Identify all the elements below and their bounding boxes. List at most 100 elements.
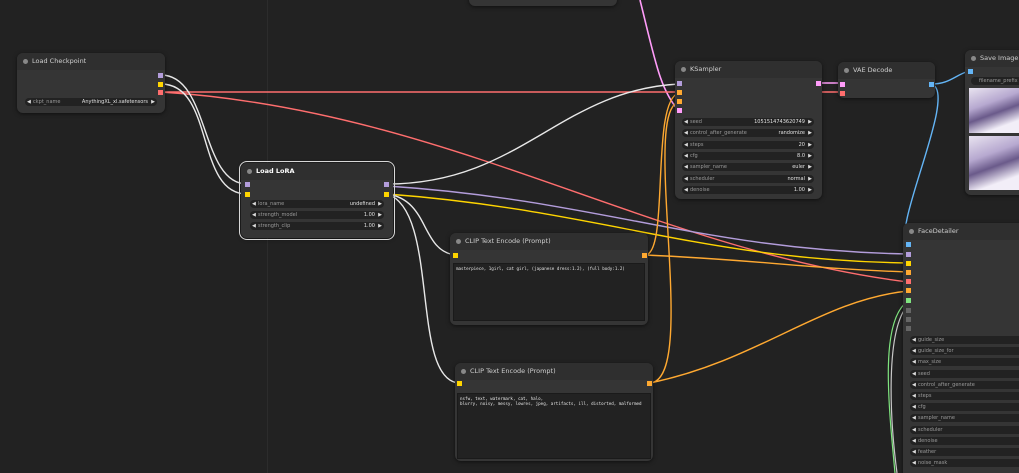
arrow-left-icon[interactable]: ◀ xyxy=(912,392,916,400)
strength-clip-widget[interactable]: ◀ strength_clip 1.00 ▶ xyxy=(250,222,384,230)
output-model-slot[interactable] xyxy=(384,182,389,187)
input-sam-slot[interactable] xyxy=(906,308,911,313)
collapse-dot[interactable] xyxy=(844,68,849,73)
input-latent-slot[interactable] xyxy=(677,108,682,113)
input-detailer-hook-slot[interactable] xyxy=(906,326,911,331)
face-detailer-widget-feather[interactable]: ◀ feather xyxy=(910,448,1019,456)
ksampler-widget-sampler-name[interactable]: ◀ sampler_name euler ▶ xyxy=(682,163,814,172)
input-clip-slot[interactable] xyxy=(906,261,911,266)
face-detailer-widget-denoise[interactable]: ◀ denoise xyxy=(910,436,1019,445)
input-vae-slot[interactable] xyxy=(840,91,845,96)
arrow-left-icon[interactable]: ◀ xyxy=(912,459,916,467)
partial-node-top[interactable] xyxy=(469,0,617,6)
arrow-left-icon[interactable]: ◀ xyxy=(912,414,916,422)
vae-decode-node[interactable]: VAE Decode xyxy=(838,62,935,98)
face-detailer-widget-scheduler[interactable]: ◀ scheduler xyxy=(910,425,1019,434)
arrow-right-icon[interactable]: ▶ xyxy=(808,118,812,126)
face-detailer-widget-control-after-generate[interactable]: ◀ control_after_generate xyxy=(910,380,1019,389)
ckpt-name-widget[interactable]: ◀ ckpt_name AnythingXL_xl.safetensors ▶ xyxy=(25,98,157,106)
input-image-slot[interactable] xyxy=(906,242,911,247)
input-clip-slot[interactable] xyxy=(453,253,458,258)
output-image-thumbnail-2[interactable] xyxy=(969,136,1019,190)
arrow-left-icon[interactable]: ◀ xyxy=(684,118,688,126)
graph-canvas[interactable]: Load Checkpoint ◀ ckpt_name AnythingXL_x… xyxy=(0,0,1019,473)
face-detailer-widget-max-size[interactable]: ◀ max_size xyxy=(910,358,1019,367)
load-lora-node[interactable]: Load LoRA ◀ lora_name undefined ▶ ◀ stre… xyxy=(239,161,395,240)
output-image-slot[interactable] xyxy=(929,82,934,87)
input-bbox-detector-slot[interactable] xyxy=(906,298,911,303)
arrow-right-icon[interactable]: ▶ xyxy=(808,163,812,171)
ksampler-node[interactable]: KSampler ◀ seed 1051514743620749 ▶ ◀ control_… xyxy=(675,61,822,199)
arrow-left-icon[interactable]: ◀ xyxy=(912,426,916,434)
input-negative-slot[interactable] xyxy=(906,288,911,293)
arrow-left-icon[interactable]: ◀ xyxy=(912,347,916,355)
arrow-left-icon[interactable]: ◀ xyxy=(684,141,688,149)
input-model-slot[interactable] xyxy=(906,252,911,257)
face-detailer-widget-sampler-name[interactable]: ◀ sampler_name xyxy=(910,414,1019,423)
arrow-left-icon[interactable]: ◀ xyxy=(684,186,688,194)
collapse-dot[interactable] xyxy=(461,369,466,374)
output-conditioning-slot[interactable] xyxy=(642,253,647,258)
input-segm-slot[interactable] xyxy=(906,317,911,322)
face-detailer-widget-cfg[interactable]: ◀ cfg xyxy=(910,403,1019,412)
input-clip-slot[interactable] xyxy=(245,192,250,197)
face-detailer-widget-seed[interactable]: ◀ seed xyxy=(910,369,1019,378)
arrow-left-icon[interactable]: ◀ xyxy=(912,448,916,456)
prompt-textarea[interactable]: nsfw, text, watermark, cat, halo, blurry… xyxy=(457,393,651,459)
input-model-slot[interactable] xyxy=(245,182,250,187)
arrow-left-icon[interactable]: ◀ xyxy=(252,200,256,208)
arrow-right-icon[interactable]: ▶ xyxy=(808,152,812,160)
arrow-left-icon[interactable]: ◀ xyxy=(684,175,688,183)
output-vae-slot[interactable] xyxy=(158,90,163,95)
node-title[interactable]: Load LoRA xyxy=(241,163,393,180)
filename-prefix-widget[interactable]: filename_prefix xyxy=(971,77,1019,85)
output-image-thumbnail-1[interactable] xyxy=(969,88,1019,133)
ksampler-widget-scheduler[interactable]: ◀ scheduler normal ▶ xyxy=(682,174,814,183)
arrow-left-icon[interactable]: ◀ xyxy=(912,437,916,445)
arrow-right-icon[interactable]: ▶ xyxy=(151,98,155,106)
face-detailer-widget-guide-size[interactable]: ◀ guide_size xyxy=(910,336,1019,344)
face-detailer-widget-noise-mask[interactable]: ◀ noise_mask xyxy=(910,459,1019,468)
face-detailer-node[interactable]: FaceDetailer ◀ guide_size ◀ guide_size_for ◀… xyxy=(903,223,1019,473)
arrow-left-icon[interactable]: ◀ xyxy=(684,152,688,160)
arrow-left-icon[interactable]: ◀ xyxy=(684,129,688,137)
collapse-dot[interactable] xyxy=(909,229,914,234)
arrow-left-icon[interactable]: ◀ xyxy=(912,336,916,344)
input-model-slot[interactable] xyxy=(677,81,682,86)
arrow-left-icon[interactable]: ◀ xyxy=(912,370,916,378)
arrow-left-icon[interactable]: ◀ xyxy=(252,222,256,230)
output-latent-slot[interactable] xyxy=(816,81,821,86)
output-conditioning-slot[interactable] xyxy=(647,381,652,386)
arrow-left-icon[interactable]: ◀ xyxy=(912,381,916,389)
input-negative-slot[interactable] xyxy=(677,99,682,104)
node-title[interactable]: VAE Decode xyxy=(838,62,935,79)
input-images-slot[interactable] xyxy=(968,69,973,74)
arrow-right-icon[interactable]: ▶ xyxy=(808,129,812,137)
input-positive-slot[interactable] xyxy=(677,90,682,95)
load-checkpoint-node[interactable]: Load Checkpoint ◀ ckpt_name AnythingXL_x… xyxy=(17,53,165,113)
arrow-right-icon[interactable]: ▶ xyxy=(378,211,382,219)
arrow-right-icon[interactable]: ▶ xyxy=(808,186,812,194)
output-clip-slot[interactable] xyxy=(158,82,163,87)
collapse-dot[interactable] xyxy=(681,67,686,72)
output-clip-slot[interactable] xyxy=(384,192,389,197)
save-image-node[interactable]: Save Image filename_prefix xyxy=(965,50,1019,195)
ksampler-widget-cfg[interactable]: ◀ cfg 8.0 ▶ xyxy=(682,151,814,160)
collapse-dot[interactable] xyxy=(23,59,28,64)
face-detailer-widget-guide-size-for[interactable]: ◀ guide_size_for xyxy=(910,347,1019,356)
output-model-slot[interactable] xyxy=(158,73,163,78)
node-title[interactable]: CLIP Text Encode (Prompt) xyxy=(450,233,648,250)
prompt-textarea[interactable]: masterpiece, 1girl, cat girl, (japanese … xyxy=(453,263,645,321)
arrow-left-icon[interactable]: ◀ xyxy=(27,98,31,106)
arrow-right-icon[interactable]: ▶ xyxy=(808,175,812,183)
input-samples-slot[interactable] xyxy=(840,82,845,87)
strength-model-widget[interactable]: ◀ strength_model 1.00 ▶ xyxy=(250,211,384,219)
clip-text-encode-negative-node[interactable]: CLIP Text Encode (Prompt) nsfw, text, wa… xyxy=(455,363,653,461)
arrow-right-icon[interactable]: ▶ xyxy=(378,222,382,230)
lora-name-widget[interactable]: ◀ lora_name undefined ▶ xyxy=(250,200,384,208)
face-detailer-widget-steps[interactable]: ◀ steps xyxy=(910,392,1019,400)
arrow-right-icon[interactable]: ▶ xyxy=(808,141,812,149)
input-positive-slot[interactable] xyxy=(906,270,911,275)
collapse-dot[interactable] xyxy=(456,239,461,244)
node-title[interactable]: CLIP Text Encode (Prompt) xyxy=(455,363,653,380)
